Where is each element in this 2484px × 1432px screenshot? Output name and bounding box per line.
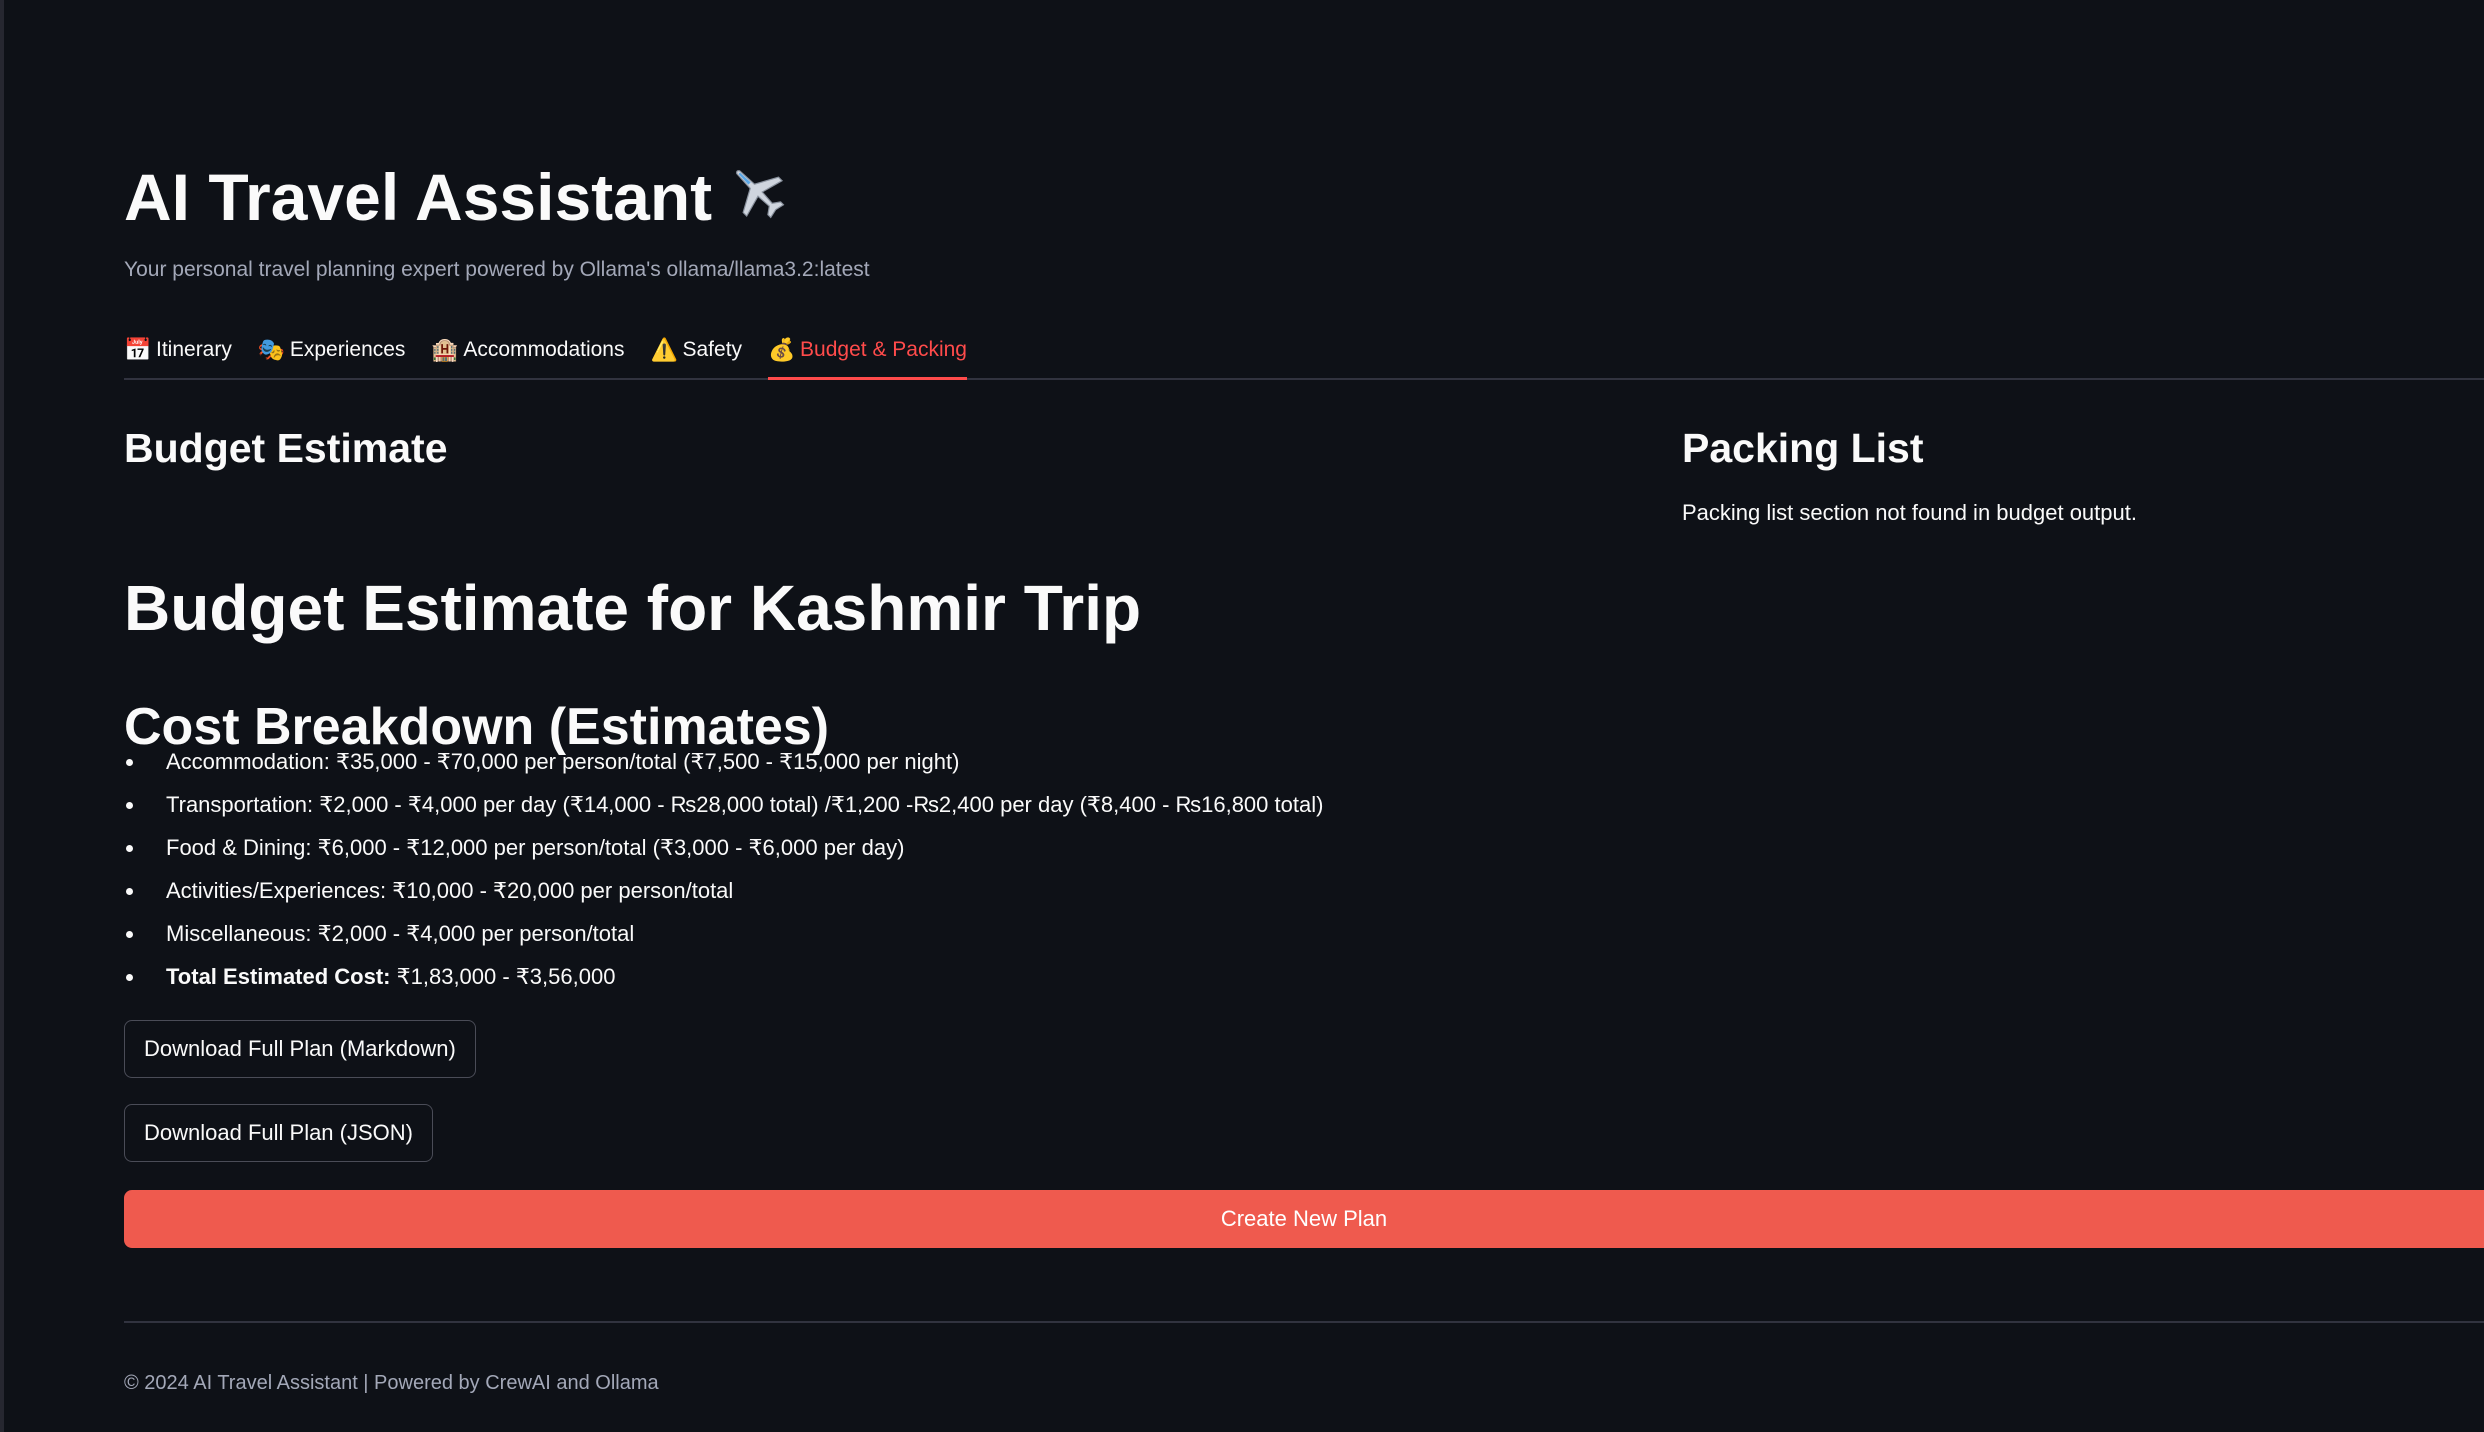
budget-section-title: Budget Estimate bbox=[124, 425, 448, 471]
list-item: Activities/Experiences: ₹10,000 - ₹20,00… bbox=[125, 869, 1323, 912]
app-title: AI Travel Assistant bbox=[124, 152, 790, 246]
packing-column: Packing List Packing list section not fo… bbox=[1682, 400, 2482, 525]
download-json-button[interactable]: Download Full Plan (JSON) bbox=[124, 1104, 433, 1162]
tab-label: Itinerary bbox=[156, 338, 232, 361]
tab-experiences[interactable]: 🎭 Experiences bbox=[258, 324, 406, 370]
divider bbox=[124, 1321, 2484, 1323]
app-subtitle: Your personal travel planning expert pow… bbox=[124, 258, 870, 281]
app-page: AI Travel Assistant Your personal travel… bbox=[0, 0, 2484, 1432]
list-item: Accommodation: ₹35,000 - ₹70,000 per per… bbox=[125, 740, 1323, 783]
money-bag-icon: 💰 bbox=[768, 337, 796, 362]
list-item-total: Total Estimated Cost: ₹1,83,000 - ₹3,56,… bbox=[125, 955, 1323, 998]
performing-arts-icon: 🎭 bbox=[257, 337, 286, 362]
tab-budget-packing[interactable]: 💰 Budget & Packing bbox=[768, 324, 967, 380]
airplane-icon bbox=[726, 156, 790, 246]
download-markdown-button[interactable]: Download Full Plan (Markdown) bbox=[124, 1020, 476, 1078]
hotel-icon: 🏨 bbox=[431, 337, 459, 362]
tab-accommodations[interactable]: 🏨 Accommodations bbox=[431, 324, 624, 370]
warning-icon: ⚠️ bbox=[650, 337, 678, 362]
tab-safety[interactable]: ⚠️ Safety bbox=[651, 324, 743, 370]
total-value: ₹1,83,000 - ₹3,56,000 bbox=[390, 964, 616, 989]
list-item: Miscellaneous: ₹2,000 - ₹4,000 per perso… bbox=[125, 912, 1323, 955]
packing-section-title: Packing List bbox=[1682, 425, 1924, 471]
total-label: Total Estimated Cost: bbox=[166, 964, 391, 989]
app-title-text: AI Travel Assistant bbox=[124, 160, 713, 234]
list-item: Food & Dining: ₹6,000 - ₹12,000 per pers… bbox=[125, 826, 1323, 869]
cost-breakdown-list: Accommodation: ₹35,000 - ₹70,000 per per… bbox=[124, 740, 1323, 998]
tab-label: Accommodations bbox=[463, 338, 625, 361]
create-new-plan-button[interactable]: Create New Plan bbox=[124, 1190, 2484, 1248]
footer-text: © 2024 AI Travel Assistant | Powered by … bbox=[124, 1372, 659, 1394]
tab-itinerary[interactable]: 📅 Itinerary bbox=[124, 324, 232, 370]
budget-heading: Budget Estimate for Kashmir Trip bbox=[124, 571, 1142, 644]
tab-label: Safety bbox=[682, 338, 743, 361]
budget-column: Budget Estimate Budget Estimate for Kash… bbox=[124, 400, 1624, 1162]
tab-label: Experiences bbox=[289, 338, 406, 361]
tab-label: Budget & Packing bbox=[800, 338, 967, 361]
sidebar-edge bbox=[0, 0, 4, 1432]
packing-message: Packing list section not found in budget… bbox=[1682, 500, 2137, 525]
tab-bar: 📅 Itinerary 🎭 Experiences 🏨 Accommodatio… bbox=[124, 324, 2484, 380]
calendar-icon: 📅 bbox=[124, 337, 152, 362]
list-item: Transportation: ₹2,000 - ₹4,000 per day … bbox=[125, 783, 1323, 826]
